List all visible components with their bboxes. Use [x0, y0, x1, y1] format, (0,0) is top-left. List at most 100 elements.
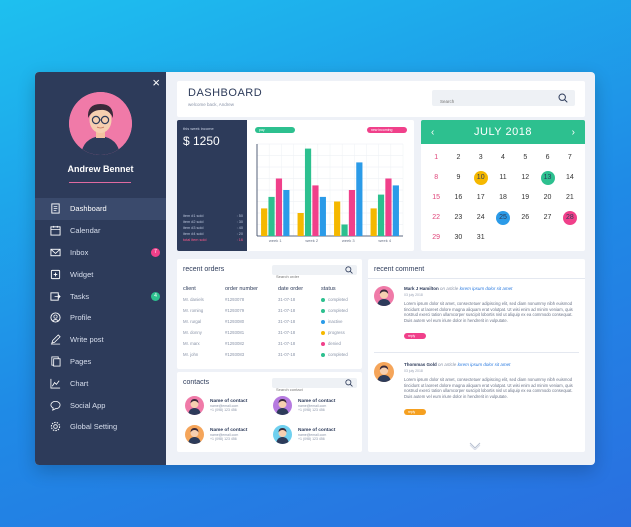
search-input[interactable] — [432, 93, 552, 110]
inbox-badge: 7 — [151, 247, 160, 257]
table-header-row: client order number date order status — [183, 283, 357, 294]
contact-item[interactable]: Name of contact name@email.com +1 (098) 12… — [273, 425, 335, 444]
search-icon[interactable] — [558, 93, 568, 103]
reply-button[interactable]: reply — [404, 332, 426, 339]
contact-item[interactable]: Name of contact name@email.com +1 (098) 12… — [185, 425, 247, 444]
recent-comment-card: recent comment Mark J Hamilton on articl… — [368, 259, 585, 452]
orders-title: recent orders — [183, 266, 225, 273]
sidebar-item-inbox[interactable]: Inbox 7 — [35, 242, 166, 264]
comment-on: on article — [440, 286, 459, 291]
calendar-day[interactable]: 9 — [447, 170, 469, 185]
sidebar-item-label: Pages — [70, 356, 92, 366]
calendar-day[interactable]: 28 — [559, 210, 581, 225]
calendar-day[interactable]: 24 — [470, 210, 492, 225]
calendar-day[interactable]: 17 — [470, 190, 492, 205]
calendar-day[interactable]: 2 — [447, 150, 469, 165]
page-title: DASHBOARD — [188, 87, 263, 99]
calendar-day[interactable]: 13 — [536, 170, 558, 185]
calendar-day[interactable]: 20 — [536, 190, 558, 205]
comment-on: on article — [438, 362, 457, 367]
calendar-day[interactable]: 16 — [447, 190, 469, 205]
table-row[interactable]: Mr. marx #1293082 31-07-18 denied — [183, 338, 357, 349]
table-row[interactable]: Mr. roming #1293079 31-07-18 completed — [183, 305, 357, 316]
chevron-left-icon[interactable]: ‹ — [431, 127, 434, 138]
bar — [283, 190, 290, 236]
status-text: completed — [328, 308, 348, 313]
sidebar-item-label: Dashboard — [70, 204, 107, 214]
table-row[interactable]: Mr. john #1293083 31-07-18 completed — [183, 349, 357, 360]
calendar-day[interactable]: 12 — [514, 170, 536, 185]
bar — [312, 185, 319, 236]
tasks-icon — [49, 290, 61, 302]
table-row[interactable]: Mr. daniels #1293078 31-07-18 completed — [183, 294, 357, 305]
order-number: #1293082 — [225, 341, 245, 346]
x-tick-label: week 3 — [342, 238, 355, 243]
calendar-day[interactable]: 23 — [447, 210, 469, 225]
calendar-day[interactable]: 27 — [536, 210, 558, 225]
calendar-day[interactable]: 3 — [470, 150, 492, 165]
sidebar-item-calendar[interactable]: Calendar — [35, 220, 166, 242]
sidebar-item-write-post[interactable]: Write post — [35, 329, 166, 351]
recent-orders-card: recent orders client order number date o… — [177, 259, 362, 369]
pen-icon — [49, 334, 61, 346]
calendar-day[interactable]: 5 — [514, 150, 536, 165]
sidebar-item-widget[interactable]: Widget — [35, 263, 166, 285]
calendar-day[interactable]: 15 — [425, 190, 447, 205]
contact-item[interactable]: Name of contact name@email.com +1 (098) 12… — [273, 396, 335, 415]
calendar-day[interactable]: 19 — [514, 190, 536, 205]
table-row[interactable]: Mr. rurgal #1293080 31-07-18 inactive — [183, 316, 357, 327]
bar — [377, 194, 385, 236]
chevron-down-icon[interactable] — [469, 442, 481, 450]
calendar-icon — [49, 225, 61, 237]
bar — [304, 148, 312, 236]
calendar-day[interactable]: 25 — [492, 210, 514, 225]
sold-total-row: total item sold: 16 — [183, 238, 243, 242]
calendar-day[interactable]: 22 — [425, 210, 447, 225]
calendar-day[interactable]: 7 — [559, 150, 581, 165]
calendar-day[interactable]: 4 — [492, 150, 514, 165]
contact-avatar — [273, 425, 292, 444]
calendar-day[interactable]: 31 — [470, 230, 492, 245]
calendar-day[interactable]: 11 — [492, 170, 514, 185]
calendar-day[interactable]: 30 — [447, 230, 469, 245]
calendar-day[interactable]: 26 — [514, 210, 536, 225]
contact-item[interactable]: Name of contact name@email.com +1 (098) 12… — [185, 396, 247, 415]
search-icon[interactable] — [345, 379, 353, 387]
comment-article-link[interactable]: lorem ipsum dolor sit amet — [460, 286, 513, 291]
calendar-day[interactable]: 18 — [492, 190, 514, 205]
calendar-day[interactable]: 8 — [425, 170, 447, 185]
contact-avatar — [185, 396, 204, 415]
sidebar-nav: Dashboard Calendar Inbox 7 Widget Tasks … — [35, 198, 166, 438]
sidebar-item-global-setting[interactable]: Global Setting — [35, 416, 166, 438]
calendar-day[interactable]: 10 — [470, 170, 492, 185]
search-icon[interactable] — [345, 266, 353, 274]
calendar-empty-cell — [536, 230, 558, 245]
divider — [374, 352, 579, 353]
orders-search-input[interactable] — [272, 271, 342, 282]
order-client: Mr. rurgal — [183, 319, 202, 324]
chevron-right-icon[interactable]: › — [572, 127, 575, 138]
calendar-day[interactable]: 29 — [425, 230, 447, 245]
calendar-day[interactable]: 6 — [536, 150, 558, 165]
bar — [268, 196, 275, 236]
table-row[interactable]: Mr. donny #1293081 31-07-18 progress — [183, 327, 357, 338]
close-icon[interactable]: × — [152, 75, 160, 90]
calendar-day[interactable]: 21 — [559, 190, 581, 205]
reply-button[interactable]: reply — [404, 408, 426, 415]
tasks-badge: 4 — [151, 291, 160, 301]
sidebar-item-chart[interactable]: Chart — [35, 372, 166, 394]
new-incoming-pill[interactable]: new incoming — [367, 127, 407, 133]
calendar-day[interactable]: 14 — [559, 170, 581, 185]
calendar-widget: ‹ JULY 2018 › 1 2 3 4 5 6 7 8 9 10 11 12 13 14 15 16 17 1… — [421, 120, 585, 251]
sidebar-item-dashboard[interactable]: Dashboard — [35, 198, 166, 220]
pay-pill[interactable]: pay — [255, 127, 295, 133]
sidebar-item-social-app[interactable]: Social App — [35, 394, 166, 416]
contacts-search-input[interactable] — [272, 384, 342, 395]
sidebar-item-profile[interactable]: Profile — [35, 307, 166, 329]
sidebar-item-label: Inbox — [70, 247, 89, 257]
calendar-day[interactable]: 1 — [425, 150, 447, 165]
comment-article-link[interactable]: lorem ipsum dolor sit amet — [458, 362, 511, 367]
sidebar-item-tasks[interactable]: Tasks 4 — [35, 285, 166, 307]
bar — [385, 178, 392, 236]
sidebar-item-pages[interactable]: Pages — [35, 351, 166, 373]
